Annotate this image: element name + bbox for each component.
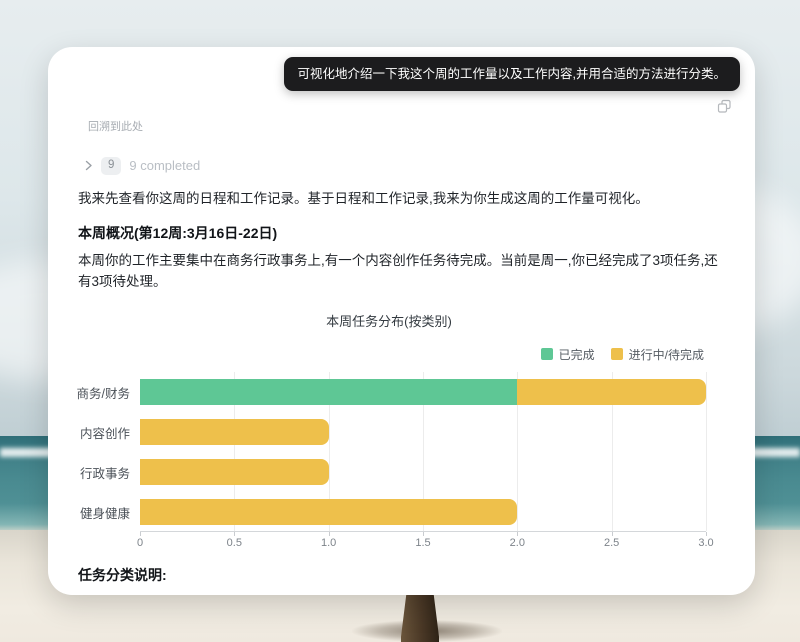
category-label: 健身健康 [72,492,130,532]
chart-legend: 已完成 进行中/待完成 [72,347,706,361]
completed-steps-toggle[interactable]: 9 9 completed [84,157,200,175]
week-overview-body: 本周你的工作主要集中在商务行政事务上,有一个内容创作任务待完成。当前是周一,你已… [78,251,730,293]
steps-completed-label: 9 completed [129,158,200,173]
legend-label: 进行中/待完成 [629,346,704,363]
task-distribution-chart: 本周任务分布(按类别) 已完成 进行中/待完成 商务/财务内容创作行政事务健身健康… [72,311,706,552]
tick-label: 1.0 [321,537,336,549]
tick-mark [612,532,613,536]
tick-label: 0.5 [227,537,242,549]
tick-mark [517,532,518,536]
plot-area [140,372,706,532]
bar-segment-pending [140,499,517,525]
bar-row [140,452,706,492]
chart-body: 商务/财务内容创作行政事务健身健康 00.51.01.52.02.53.0 [72,372,706,552]
legend-swatch-icon [541,348,553,360]
category-label: 行政事务 [72,452,130,492]
chat-card: 回溯到此处 9 9 completed 我来先查看你这周的日程和工作记录。基于日… [48,47,755,595]
legend-item: 进行中/待完成 [611,346,704,363]
bar-row [140,492,706,532]
bar-segment-pending [140,459,329,485]
steps-count-badge: 9 [101,157,121,175]
bar-row [140,412,706,452]
tick-label: 0 [137,537,143,549]
chevron-right-icon [84,160,93,171]
copy-icon [717,99,732,114]
copy-button[interactable] [714,96,734,116]
tick-mark [706,532,707,536]
category-label: 内容创作 [72,412,130,452]
user-prompt-bubble: 可视化地介绍一下我这个周的工作量以及工作内容,并用合适的方法进行分类。 [284,57,740,91]
assistant-intro-text: 我来先查看你这周的日程和工作记录。基于日程和工作记录,我来为你生成这周的工作量可… [78,189,736,210]
legend-label: 已完成 [559,346,595,363]
category-label: 商务/财务 [72,372,130,412]
tick-label: 2.0 [510,537,525,549]
gridline [706,372,707,531]
tick-mark [423,532,424,536]
bar-row [140,372,706,412]
legend-swatch-icon [611,348,623,360]
task-classification-heading: 任务分类说明: [78,565,167,585]
chart-title: 本周任务分布(按类别) [72,311,706,330]
category-labels: 商务/财务内容创作行政事务健身健康 [72,372,130,552]
plot-wrap: 00.51.01.52.02.53.0 [140,372,706,552]
tick-mark [140,532,141,536]
bar-segment-completed [140,379,517,405]
week-overview-heading: 本周概况(第12周:3月16日-22日) [78,223,277,243]
tick-mark [329,532,330,536]
x-axis-ticks: 00.51.01.52.02.53.0 [140,532,706,552]
rollback-to-here-button[interactable]: 回溯到此处 [88,118,143,134]
bar-segment-pending [517,379,706,405]
tick-mark [234,532,235,536]
tick-label: 1.5 [415,537,430,549]
bar-segment-pending [140,419,329,445]
legend-item: 已完成 [541,346,595,363]
tick-label: 2.5 [604,537,619,549]
tick-label: 3.0 [698,537,713,549]
